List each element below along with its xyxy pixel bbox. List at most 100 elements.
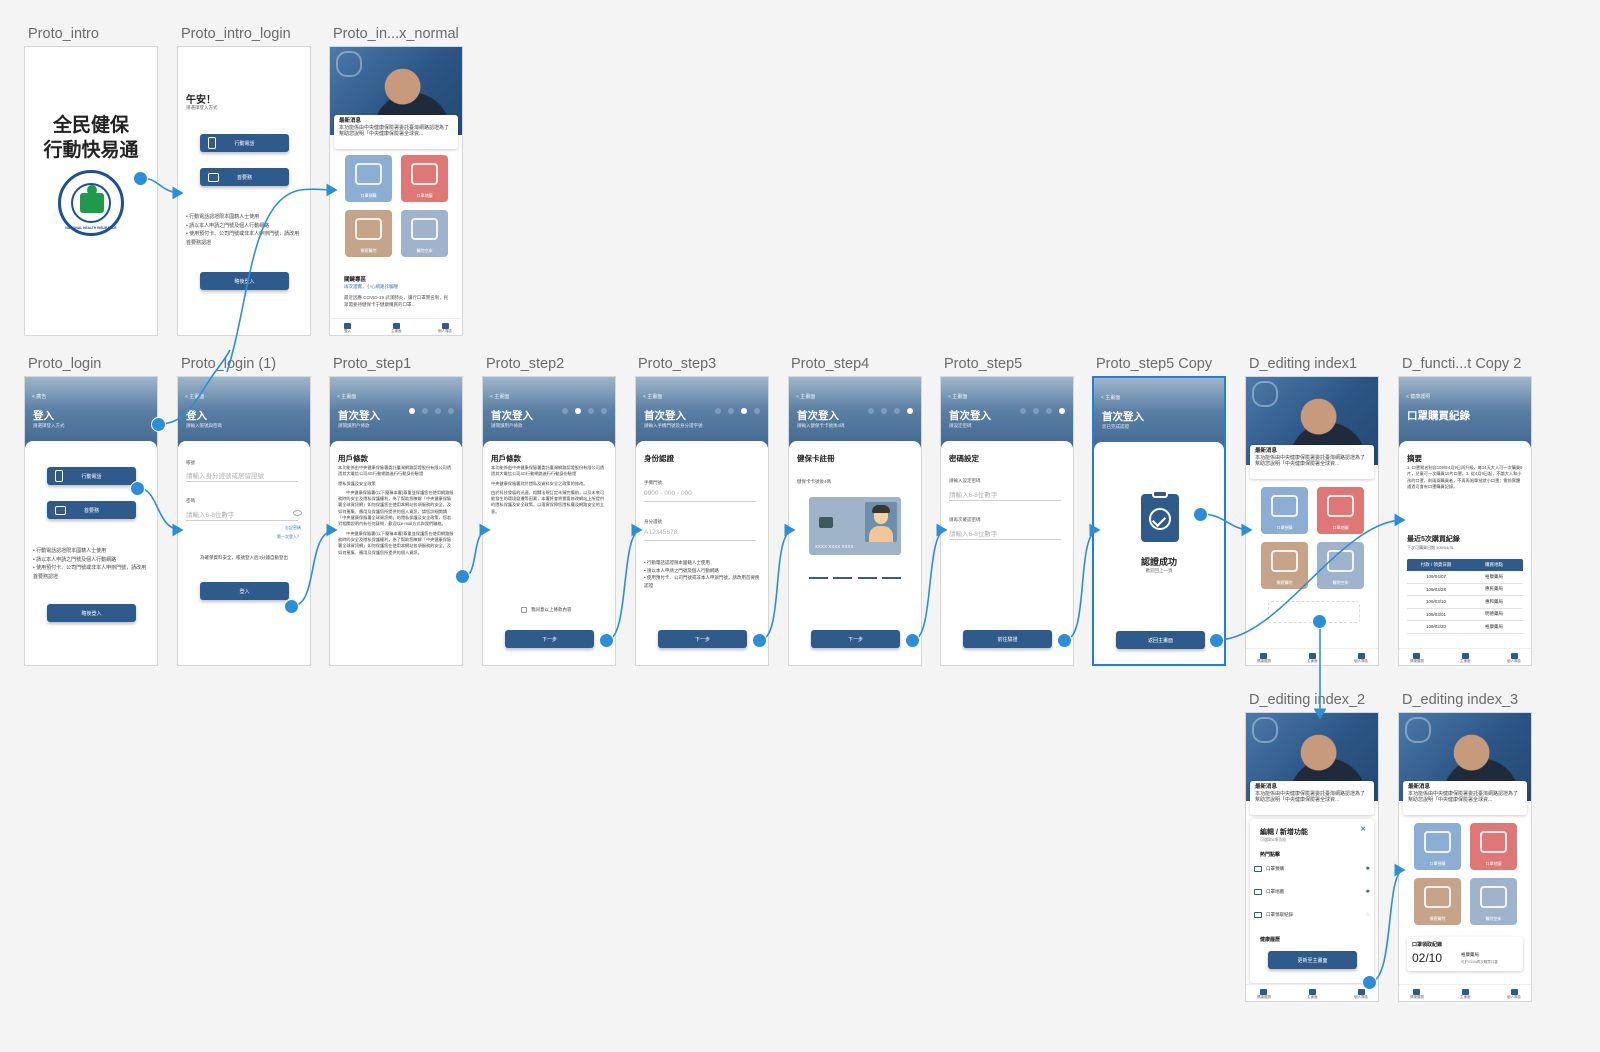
forgot-password-link[interactable]: 忘記密碼	[285, 525, 301, 531]
map-icon	[1254, 889, 1262, 895]
flow-handle[interactable]	[1057, 633, 1072, 648]
eye-icon[interactable]	[293, 510, 302, 516]
tile-bed[interactable]: 醫院空床	[1317, 542, 1364, 589]
back-link[interactable]: < 主畫面	[643, 393, 662, 400]
back-link[interactable]: < 主畫面	[490, 393, 509, 400]
account-input[interactable]: 請輸入身分證號或居留證號	[186, 470, 264, 480]
back-link[interactable]: < 廣告	[32, 393, 46, 400]
close-icon[interactable]: ×	[1360, 825, 1366, 835]
code-slots[interactable]	[809, 577, 901, 579]
news-card[interactable]: 最新消息 本功能係由中央健康保險署委託臺灣網路認證為了幫助您說明「中央健康保險署全…	[1250, 445, 1374, 479]
flow-handle[interactable]	[151, 417, 166, 432]
back-link[interactable]: < 主畫面	[337, 393, 356, 400]
screen-step5[interactable]: < 主畫面 首次登入 請設定密碼 密碼設定 請輸入設定密碼 請輸入6-8位數字 …	[940, 376, 1074, 666]
tile-mask-preorder[interactable]: 口罩預購	[1414, 823, 1461, 870]
table-header: 付款 / 領貨日期 購買地點	[1407, 559, 1523, 571]
flow-handle[interactable]	[1362, 975, 1377, 990]
card-number: XXXX XXXX XXXX	[815, 544, 854, 549]
login-button[interactable]: 登入	[200, 582, 289, 600]
edit-item-mask-preorder[interactable]: 口罩預購 ✱	[1254, 863, 1370, 875]
tile-mask-map[interactable]: 口罩地圖	[1317, 487, 1364, 534]
flow-handle[interactable]	[284, 599, 299, 614]
news-card[interactable]: 最新消息 本功能係由中央健康保險署委託臺灣網路認證為了幫助您說明「中央健康保險署全…	[1403, 781, 1527, 815]
flow-handle[interactable]	[599, 633, 614, 648]
flow-handle[interactable]	[133, 171, 148, 186]
id-input[interactable]: A12345678	[644, 529, 677, 536]
back-link[interactable]: < 主畫面	[796, 393, 815, 400]
screen-intro[interactable]: 全民健保 行動快易通 NATIONAL HEALTH INSURANCE	[24, 46, 158, 336]
star-icon[interactable]: ✱	[1366, 889, 1370, 895]
flow-handle[interactable]	[752, 633, 767, 648]
terms-text: 本功能係由中央健康保險署委託臺灣網路認證股份有限公司透過其大電信公司4G行動網路…	[338, 465, 454, 555]
screen-step1[interactable]: < 主畫面 首次登入 請閱讀用戶條款 用戶條款 本功能係由中央健康保險署委託臺灣…	[329, 376, 463, 666]
phone-input[interactable]: 0900 - 000 - 000	[644, 490, 692, 497]
verify-button[interactable]: 前往驗證	[963, 630, 1052, 648]
back-home-button[interactable]: 返回主畫面	[1116, 631, 1205, 649]
news-card[interactable]: 最新消息 本功能係由中央健康保險署委託臺灣網路認證為了幫助您說明「中央健康保險署全…	[334, 115, 458, 149]
security-note: 為確保資料安全，帳號登入后3分鐘自動登出	[199, 555, 288, 560]
update-home-button[interactable]: 更新至主畫面	[1268, 951, 1357, 969]
tile-hospital[interactable]: 療癒醫院	[1261, 542, 1308, 589]
page-title: 首次登入	[644, 410, 686, 422]
tile-mask-preorder[interactable]: 口罩預購	[1261, 487, 1308, 534]
screen-step4[interactable]: < 主畫面 首次登入 請輸入健保卡卡號後4碼 健保卡註冊 健保卡卡號後4碼 XX…	[788, 376, 922, 666]
back-link[interactable]: < 主畫面	[948, 393, 967, 400]
flow-handle[interactable]	[1209, 633, 1224, 648]
edit-item-mask-record[interactable]: 口罩領取紀錄 ☆	[1254, 909, 1370, 921]
phone-icon	[208, 137, 216, 149]
step-dots	[868, 408, 913, 414]
screen-login[interactable]: < 廣告 登入 請選擇登入方式 行動電話 首要務 • 行動電話認證限本國籍人士使…	[24, 376, 158, 666]
agree-checkbox[interactable]	[521, 607, 527, 613]
page-subtitle: 請輸入手機門號及身分證字號	[644, 423, 703, 428]
star-outline-icon[interactable]: ☆	[1366, 912, 1370, 918]
bottom-nav: 登入 主畫面 個人專區	[330, 318, 462, 335]
back-link[interactable]: < 健康護照	[1406, 393, 1430, 400]
card-reader-icon	[55, 506, 66, 515]
star-icon[interactable]: ✱	[1366, 866, 1370, 872]
record-card[interactable]: 口罩領取紀錄 02/10 裕康藥局 可於03/24再次購買口罩	[1407, 937, 1523, 971]
tile-mask-preorder[interactable]: 口罩預購	[345, 155, 392, 202]
screen-login-1[interactable]: < 主畫面 登入 請輸入帳號與密碼 帳號 請輸入身分證號或居留證號 密碼 請輸入…	[177, 376, 311, 666]
tile-hospital[interactable]: 療癒醫院	[1414, 878, 1461, 925]
flow-handle[interactable]	[1193, 507, 1208, 522]
skip-login-button[interactable]: 略後登入	[47, 604, 136, 622]
back-link[interactable]: < 主畫面	[185, 393, 204, 400]
confirm-password-input[interactable]: 請輸入6-8位數字	[949, 528, 997, 538]
first-login-link[interactable]: 第一次登入？	[277, 534, 301, 540]
page-subtitle: 請輸入健保卡卡號後4碼	[797, 423, 845, 428]
flow-handle[interactable]	[1312, 614, 1327, 629]
password-input[interactable]: 請輸入6-8位數字	[949, 489, 997, 499]
next-button[interactable]: 下一步	[505, 630, 594, 648]
card-login-button[interactable]: 首要務	[200, 168, 289, 186]
page-title: 首次登入	[1102, 411, 1144, 423]
phone-login-button[interactable]: 行動電話	[200, 134, 289, 152]
tile-hospital[interactable]: 療癒醫院	[345, 210, 392, 257]
card-login-button[interactable]: 首要務	[47, 501, 136, 519]
tile-mask-map[interactable]: 口罩地圖	[1470, 823, 1517, 870]
edit-item-mask-map[interactable]: 口罩地圖 ✱	[1254, 886, 1370, 898]
screen-mask-record[interactable]: < 健康護照 口罩購買紀錄 摘要 1. 口罩實名制自109年4月9日再升級，每1…	[1398, 376, 1532, 666]
next-button[interactable]: 下一步	[658, 630, 747, 648]
news-card[interactable]: 最新消息 本功能係由中央健康保險署委託臺灣網路認證為了幫助您說明「中央健康保險署全…	[1250, 781, 1374, 815]
flow-handle[interactable]	[130, 481, 145, 496]
phone-login-button[interactable]: 行動電話	[47, 467, 136, 485]
section-title: 用戶條款	[491, 454, 521, 463]
flow-handle[interactable]	[455, 569, 470, 584]
back-link[interactable]: < 主畫面	[1101, 394, 1120, 401]
screen-step2[interactable]: < 主畫面 首次登入 請閱讀用戶條款 用戶條款 本功能係由中央健康保險署委託臺灣…	[482, 376, 616, 666]
topic-link[interactable]: 再次證實，小心網路詐騙喔	[344, 284, 398, 290]
screen-index-normal[interactable]: 最新消息 本功能係由中央健康保險署委託臺灣網路認證為了幫助您說明「中央健康保險署全…	[329, 46, 463, 336]
screen-editing-index3[interactable]: 最新消息 本功能係由中央健康保險署委託臺灣網路認證為了幫助您說明「中央健康保險署全…	[1398, 712, 1532, 1002]
screen-step5-copy[interactable]: < 主畫面 首次登入 您已完成認證 認證成功 歡迎回上一頁 返回主畫面	[1092, 376, 1226, 666]
flow-handle[interactable]	[905, 633, 920, 648]
password-input[interactable]: 請輸入6-8位數字	[186, 509, 234, 519]
screen-step3[interactable]: < 主畫面 首次登入 請輸入手機門號及身分證字號 身份認證 手機門號 0900 …	[635, 376, 769, 666]
screen-intro-login[interactable]: 午安！ 請選擇登入方式 行動電話 首要務 • 行動電話認證限本國籍人士使用 • …	[177, 46, 311, 336]
tile-bed[interactable]: 醫院空床	[1470, 878, 1517, 925]
next-button[interactable]: 下一步	[811, 630, 900, 648]
tile-bed[interactable]: 醫院空床	[401, 210, 448, 257]
screen-editing-index2[interactable]: 最新消息 本功能係由中央健康保險署委託臺灣網路認證為了幫助您說明「中央健康保險署全…	[1245, 712, 1379, 1002]
skip-login-button[interactable]: 略後登入	[200, 272, 289, 290]
page-title: 登入	[186, 410, 207, 422]
tile-mask-map[interactable]: 口罩地圖	[401, 155, 448, 202]
